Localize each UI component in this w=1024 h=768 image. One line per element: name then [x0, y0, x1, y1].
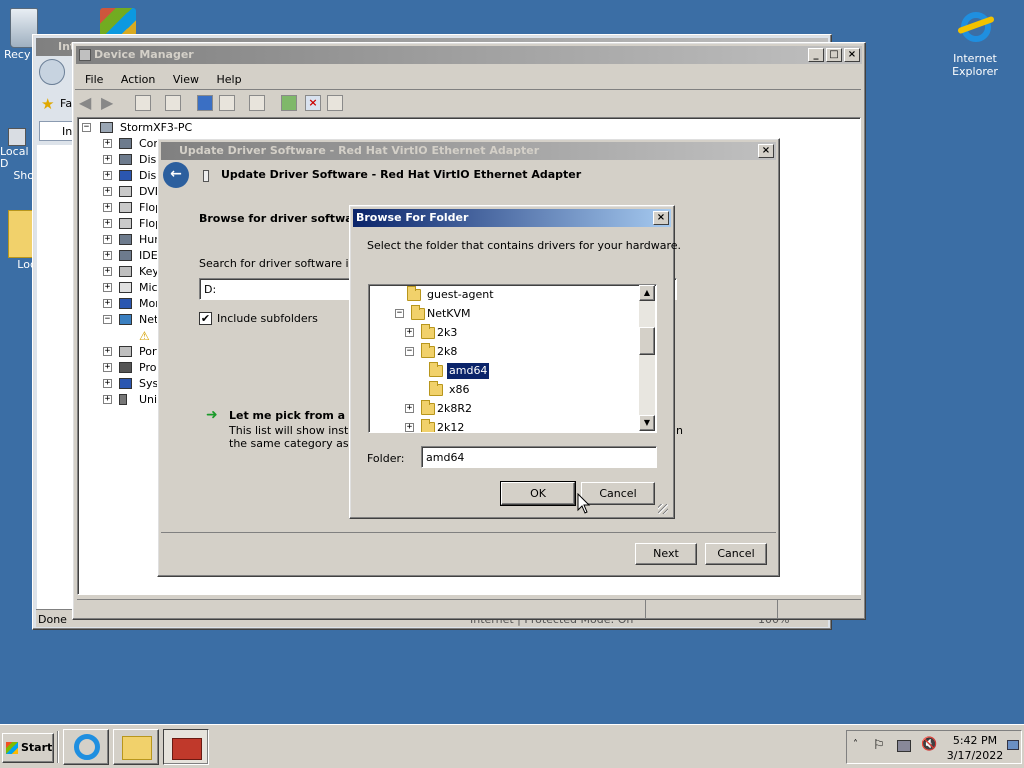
- local-disk-label-2: Sho: [13, 169, 34, 182]
- view-icon[interactable]: [219, 95, 235, 111]
- driver-path-value: D:: [204, 283, 217, 296]
- menu-help[interactable]: Help: [216, 73, 241, 86]
- ie-favorites-label: Fa: [60, 97, 73, 110]
- update-driver-cancel-button[interactable]: Cancel: [705, 543, 767, 565]
- menu-bar: File Action View Help: [85, 73, 256, 86]
- clock-date[interactable]: 3/17/2022: [945, 749, 1005, 762]
- search-label: Search for driver software in: [199, 257, 356, 270]
- action-center-flag-icon[interactable]: ⚐: [873, 738, 885, 753]
- include-subfolders-checkbox[interactable]: ✔: [199, 312, 212, 325]
- show-hidden-icons-icon[interactable]: ˄: [853, 739, 858, 750]
- green-arrow-icon: ➜: [206, 407, 218, 423]
- local-disk-label: Local D: [0, 145, 29, 170]
- include-subfolders-label: Include subfolders: [217, 312, 318, 325]
- minimize-button[interactable]: _: [808, 48, 824, 62]
- scan-hardware-icon[interactable]: [249, 95, 265, 111]
- update-driver-close-button[interactable]: ×: [758, 144, 774, 158]
- update-driver-title: Update Driver Software - Red Hat VirtIO …: [179, 144, 540, 157]
- ie-status-text: Done: [38, 613, 67, 626]
- taskbar-explorer-button[interactable]: [113, 729, 159, 765]
- browse-cancel-button[interactable]: Cancel: [581, 482, 655, 505]
- device-manager-title-bar: Device Manager _ □ ×: [76, 46, 862, 64]
- update-driver-title-bar: Update Driver Software - Red Hat VirtIO …: [161, 142, 776, 160]
- taskbar: Start ˄ ⚐ 🔇 5:42 PM 3/17/2022: [0, 724, 1024, 768]
- volume-muted-icon[interactable]: 🔇: [921, 737, 937, 752]
- ie-page-area: [37, 145, 77, 609]
- menu-action[interactable]: Action: [121, 73, 155, 86]
- ie-taskbar-icon: [74, 734, 100, 760]
- warning-icon: ⚠: [139, 329, 150, 343]
- update-driver-footer: [161, 532, 776, 533]
- windows-logo-icon: [6, 742, 18, 754]
- uninstall-icon[interactable]: ×: [305, 95, 321, 111]
- ie-back-button[interactable]: [39, 59, 65, 85]
- folder-input-value: amd64: [426, 451, 465, 464]
- back-arrow-icon[interactable]: ◀: [79, 93, 91, 112]
- disable-icon[interactable]: [327, 95, 343, 111]
- windows-update-icon[interactable]: [100, 8, 136, 36]
- internet-explorer-desktop-icon[interactable]: Internet Explorer: [940, 8, 1010, 78]
- internet-explorer-label: Internet Explorer: [952, 52, 998, 78]
- menu-file[interactable]: File: [85, 73, 103, 86]
- update-driver-icon[interactable]: [281, 95, 297, 111]
- local-disk-shortcut-icon[interactable]: Local D Sho: [0, 128, 34, 182]
- update-driver-header: ← Update Driver Software - Red Hat VirtI…: [161, 161, 776, 191]
- ok-button[interactable]: OK: [500, 481, 576, 506]
- folder-tree: guest-agent − NetKVM +2k3 −2k8 amd64 x86 …: [368, 284, 657, 433]
- maximize-button[interactable]: □: [826, 48, 842, 62]
- device-manager-status-bar: [77, 599, 861, 618]
- folder-label: Folder:: [367, 452, 405, 465]
- tree-root-label: StormXF3-PC: [120, 121, 193, 134]
- network-icon[interactable]: [897, 740, 911, 752]
- update-driver-heading: Update Driver Software - Red Hat VirtIO …: [221, 168, 582, 181]
- forward-arrow-icon[interactable]: ▶: [101, 93, 113, 112]
- ie-tab-label: In: [62, 125, 73, 138]
- browse-folder-title-bar: Browse For Folder ×: [353, 209, 671, 227]
- scroll-up-button[interactable]: ▲: [639, 285, 655, 301]
- toolbar-divider: [75, 89, 861, 90]
- favorites-star-icon[interactable]: ★: [41, 95, 54, 113]
- menu-view[interactable]: View: [173, 73, 199, 86]
- folder-taskbar-icon: [122, 736, 152, 760]
- browse-folder-title: Browse For Folder: [356, 211, 469, 224]
- folder-tree-scrollbar[interactable]: ▲ ▼: [639, 285, 655, 431]
- resize-grip-icon[interactable]: [658, 504, 668, 514]
- taskbar-ie-button[interactable]: [63, 729, 109, 765]
- properties-icon[interactable]: [165, 95, 181, 111]
- device-manager-title: Device Manager: [94, 48, 194, 61]
- quick-launch-separator: [57, 731, 59, 763]
- scroll-thumb[interactable]: [639, 327, 655, 355]
- start-button[interactable]: Start: [2, 733, 54, 763]
- ie-logo-icon: [955, 8, 995, 48]
- mouse-cursor-icon: [577, 493, 591, 514]
- help-icon[interactable]: [197, 95, 213, 111]
- browse-folder-dialog: Browse For Folder × Select the folder th…: [349, 205, 681, 519]
- pick-from-list-link[interactable]: Let me pick from a lis: [229, 409, 363, 422]
- system-tray: ˄ ⚐ 🔇 5:42 PM 3/17/2022: [846, 730, 1022, 764]
- close-button[interactable]: ×: [844, 48, 860, 62]
- browse-instruction: Select the folder that contains drivers …: [367, 239, 682, 252]
- app-icon: [79, 49, 91, 61]
- adapter-icon: [203, 170, 209, 182]
- back-button-icon[interactable]: ←: [163, 162, 189, 188]
- folder-input[interactable]: amd64: [421, 446, 657, 468]
- scroll-down-button[interactable]: ▼: [639, 415, 655, 431]
- show-hide-tree-icon[interactable]: [135, 95, 151, 111]
- toolbox-taskbar-icon: [172, 738, 202, 760]
- show-desktop-icon[interactable]: [1007, 740, 1019, 750]
- clock-time[interactable]: 5:42 PM: [947, 734, 1003, 747]
- taskbar-device-manager-button[interactable]: [163, 729, 209, 765]
- browse-folder-close-button[interactable]: ×: [653, 211, 669, 225]
- start-label: Start: [21, 741, 53, 754]
- browse-heading: Browse for driver software: [199, 212, 366, 225]
- next-button[interactable]: Next: [635, 543, 697, 565]
